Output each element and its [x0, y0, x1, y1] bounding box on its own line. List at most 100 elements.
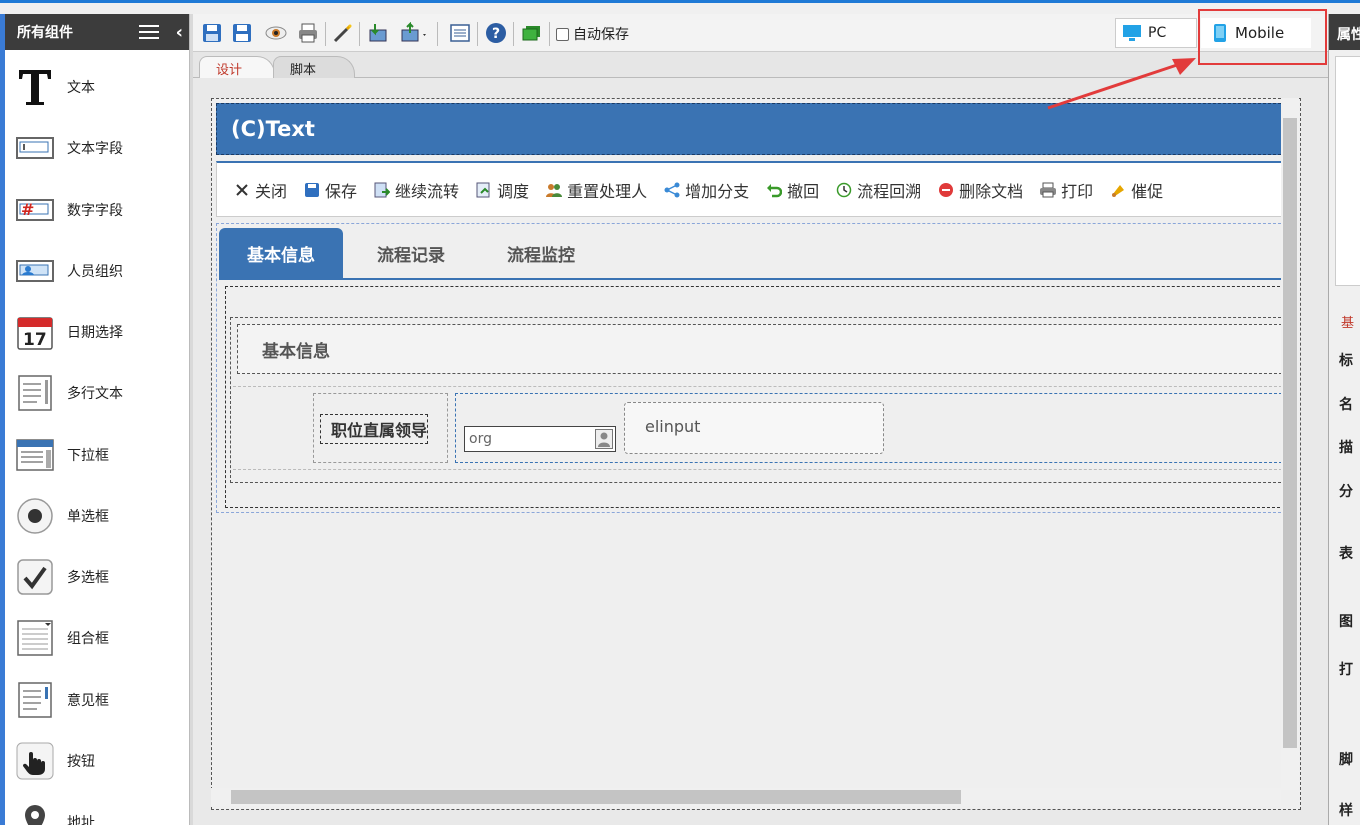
print-icon[interactable]	[297, 22, 319, 44]
preview-eye-icon[interactable]	[265, 22, 287, 44]
form-tab-container[interactable]: 基本信息 流程记录 流程监控 基本信息 职位直属领导 org elinput	[216, 223, 1287, 513]
export-dropdown-icon[interactable]	[399, 21, 426, 44]
palette-item-label: 文本字段	[67, 141, 123, 157]
property-row-label: 描	[1339, 440, 1353, 456]
palette-item-address[interactable]: 地址	[15, 797, 185, 825]
property-row-label: 标	[1339, 353, 1353, 369]
print-action[interactable]: 打印	[1039, 178, 1093, 202]
reset-handler-action[interactable]: 重置处理人	[545, 178, 647, 202]
palette-item-checkbox[interactable]: 多选框	[15, 552, 185, 602]
save-action[interactable]: 保存	[303, 178, 357, 202]
palette-item-opinion[interactable]: 意见框	[15, 675, 185, 725]
autosave-checkbox[interactable]: 自动保存	[556, 24, 629, 44]
field-label-cell[interactable]: 职位直属领导	[313, 393, 448, 463]
delete-doc-action[interactable]: 删除文档	[937, 178, 1023, 202]
action-label: 调度	[497, 181, 530, 201]
svg-text:#: #	[21, 200, 34, 219]
tab-flow-monitor-label: 流程监控	[507, 245, 575, 266]
action-label: 继续流转	[395, 181, 460, 201]
palette-header: 所有组件 ‹	[5, 14, 189, 50]
multiline-text-icon	[15, 371, 55, 415]
section-header[interactable]: 基本信息	[237, 324, 1287, 374]
close-icon	[233, 181, 251, 199]
action-label: 保存	[325, 181, 358, 201]
tab-basic-info[interactable]: 基本信息	[219, 228, 343, 278]
palette-item-label: 组合框	[67, 631, 109, 647]
dispatch-action[interactable]: 调度	[475, 178, 529, 202]
person-org-icon	[15, 249, 55, 293]
windows-icon[interactable]	[521, 22, 543, 44]
org-input[interactable]: org	[464, 426, 616, 452]
continue-flow-action[interactable]: 继续流转	[373, 178, 459, 202]
tab-design[interactable]: 设计	[199, 56, 275, 78]
tab-flow-records[interactable]: 流程记录	[349, 228, 473, 278]
checkbox-icon	[15, 555, 55, 599]
device-pc-label: PC	[1148, 25, 1167, 41]
device-pc-button[interactable]: PC	[1115, 18, 1197, 48]
calendar-icon: 17	[15, 310, 55, 354]
form-container[interactable]: (C)Text 关闭 保存 继续流转 调度 重置处理人 增加分支 撤回 流程回溯…	[211, 98, 1301, 810]
help-icon[interactable]: ?	[485, 22, 507, 44]
form-section[interactable]: 基本信息 职位直属领导 org elinput	[230, 317, 1287, 483]
elinput-field[interactable]: elinput	[624, 402, 884, 454]
tab-panel: 基本信息 职位直属领导 org elinput	[225, 286, 1287, 508]
palette-item-label: 按钮	[67, 754, 95, 770]
palette-item-person-org[interactable]: 人员组织	[15, 246, 185, 296]
palette-item-date[interactable]: 17 日期选择	[15, 307, 185, 357]
save-icon[interactable]	[201, 22, 223, 44]
tab-flow-monitor[interactable]: 流程监控	[479, 228, 603, 278]
palette-item-number-field[interactable]: # 数字字段	[15, 185, 185, 235]
toolbar-separator	[513, 22, 514, 46]
palette-item-dropdown[interactable]: 下拉框	[15, 430, 185, 480]
palette-item-button[interactable]: 按钮	[15, 736, 185, 786]
menu-icon[interactable]	[139, 25, 159, 39]
design-canvas: (C)Text 关闭 保存 继续流转 调度 重置处理人 增加分支 撤回 流程回溯…	[193, 78, 1328, 825]
withdraw-action[interactable]: 撤回	[765, 178, 819, 202]
tab-script[interactable]: 脚本	[273, 56, 355, 78]
horizontal-scrollbar[interactable]	[211, 788, 1281, 806]
palette-item-label: 地址	[67, 815, 95, 825]
properties-panel: 属性 基 标 名 描 分 表 图 打 脚 样	[1328, 14, 1360, 825]
palette-item-radio[interactable]: 单选框	[15, 491, 185, 541]
urge-action[interactable]: 催促	[1109, 178, 1163, 202]
vertical-scrollbar[interactable]	[1281, 98, 1299, 790]
form-title: (C)Text	[231, 117, 315, 141]
properties-tree[interactable]	[1335, 56, 1360, 286]
autosave-checkbox-box[interactable]	[556, 27, 569, 41]
save-as-icon[interactable]	[231, 22, 253, 44]
toolbar-separator	[477, 22, 478, 46]
horizontal-scroll-thumb[interactable]	[231, 790, 961, 804]
users-icon	[545, 181, 563, 199]
toolbar-separator	[437, 22, 438, 46]
form-action-bar[interactable]: 关闭 保存 继续流转 调度 重置处理人 增加分支 撤回 流程回溯 删除文档 打印…	[216, 161, 1286, 217]
vertical-scroll-thumb[interactable]	[1283, 118, 1297, 748]
annotation-arrow	[1047, 58, 1196, 110]
add-branch-action[interactable]: 增加分支	[663, 178, 749, 202]
properties-tab[interactable]: 基	[1341, 312, 1354, 331]
palette-item-text-field[interactable]: 文本字段	[15, 123, 185, 173]
action-label: 撤回	[787, 181, 820, 201]
palette-item-multiline[interactable]: 多行文本	[15, 368, 185, 418]
text-field-icon	[15, 126, 55, 170]
field-input-cell[interactable]: org elinput	[455, 393, 1287, 463]
collapse-left-icon[interactable]: ‹	[176, 22, 183, 43]
number-field-icon: #	[15, 188, 55, 232]
palette-item-label: 文本	[67, 80, 95, 96]
svg-text:17: 17	[23, 330, 47, 350]
section-title: 基本信息	[262, 341, 330, 362]
action-label: 关闭	[255, 181, 288, 201]
palette-title: 所有组件	[17, 25, 73, 41]
component-palette: 所有组件 ‹ 文本 文本字段 # 数字字段 人员组织 17 日期选择 多行文本 …	[0, 14, 190, 825]
person-picker-icon[interactable]	[595, 429, 613, 449]
magic-wand-icon[interactable]	[332, 22, 354, 44]
clock-back-icon	[835, 181, 853, 199]
close-action[interactable]: 关闭	[233, 178, 287, 202]
palette-item-combobox[interactable]: 组合框	[15, 613, 185, 663]
property-row-label: 图	[1339, 614, 1353, 630]
palette-item-text[interactable]: 文本	[15, 62, 185, 112]
import-icon[interactable]	[367, 22, 389, 44]
form-list-icon[interactable]	[449, 22, 471, 44]
field-label[interactable]: 职位直属领导	[320, 414, 429, 444]
flow-backtrack-action[interactable]: 流程回溯	[835, 178, 921, 202]
palette-item-label: 下拉框	[67, 448, 109, 464]
